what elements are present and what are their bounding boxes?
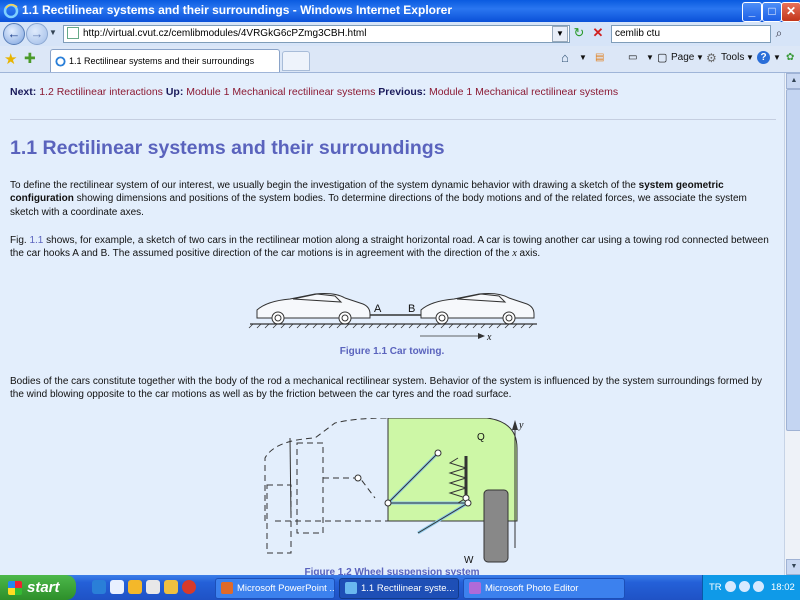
label-y-axis: y [518,420,524,431]
maximize-button[interactable]: □ [762,2,782,22]
help-dropdown-icon[interactable]: ▼ [773,50,781,66]
page-content: Next: 1.2 Rectilinear interactions Up: M… [0,73,784,575]
tools-dropdown-icon[interactable]: ▼ [746,50,754,66]
minimize-button[interactable]: _ [742,2,762,22]
figure-wheel-suspension: y Q W [264,418,524,566]
divider [10,119,776,120]
figure-car-towing: A B x [248,293,537,341]
label-x-axis: x [486,332,492,341]
para2-text-c: axis. [516,248,541,260]
research-icon[interactable]: ✿ [786,50,794,66]
feeds-icon[interactable]: ▤ [595,50,604,66]
taskbar-button-label: Microsoft Photo Editor [485,583,579,594]
tray-security-icon[interactable] [753,581,764,592]
scroll-up-arrow-icon[interactable]: ▲ [786,73,800,89]
nav-prev-link[interactable]: Module 1 Mechanical rectilinear systems [429,86,618,98]
close-button[interactable]: ✕ [781,2,800,22]
quicklaunch-folder-icon[interactable] [164,580,178,594]
paragraph-1: To define the rectilinear system of our … [10,179,778,219]
clock[interactable]: 18:02 [771,582,795,593]
help-icon[interactable]: ? [757,51,770,64]
page-menu-icon: ▢ [657,52,668,64]
url-dropdown-icon[interactable]: ▼ [552,26,568,42]
powerpoint-icon [221,582,233,595]
ie-icon [345,582,357,595]
label-hook-a: A [374,303,382,315]
page-navigation: Next: 1.2 Rectilinear interactions Up: M… [10,86,618,98]
figure-1-1-caption: Figure 1.1 Car towing. [339,346,445,357]
tab-bar: ★ ✚ 1.1 Rectilinear systems and their su… [0,46,800,73]
nav-next-link[interactable]: 1.2 Rectilinear interactions [39,86,163,98]
para1-text-b: showing dimensions and positions of the … [10,193,747,218]
new-tab-button[interactable] [282,51,310,71]
tray-volume-icon[interactable] [739,581,750,592]
photo-editor-icon [469,582,481,595]
para1-text-a: To define the rectilinear system of our … [10,180,639,191]
taskbar-button-label: 1.1 Rectilinear syste... [361,583,455,594]
quicklaunch-media-icon[interactable] [128,580,142,594]
tab-ie-icon [55,56,66,67]
tools-gear-icon: ⚙ [706,51,717,65]
taskbar-button-label: Microsoft PowerPoint ... [237,583,335,594]
nav-up-label: Up: [165,86,184,98]
figure-1-2-caption: Figure 1.2 Wheel suspension system [304,567,480,575]
windows-logo-icon [8,581,22,596]
para2-text-b: shows, for example, a sketch of two cars… [10,235,769,260]
internet-explorer-icon [3,3,19,19]
label-hook-b: B [408,303,415,315]
url-text: http://virtual.cvut.cz/cemlibmodules/4VR… [83,28,367,39]
back-button[interactable]: ← [3,23,25,45]
language-indicator[interactable]: TR [709,582,722,593]
start-button[interactable]: start [0,575,76,600]
tray-network-icon[interactable] [725,581,736,592]
forward-button[interactable]: → [26,23,48,45]
taskbar-button-ie[interactable]: 1.1 Rectilinear syste... [339,578,459,599]
system-tray: TR 18:02 [702,575,800,600]
figure-1-1-link[interactable]: 1.1 [29,235,43,246]
vertical-scrollbar[interactable]: ▲ ▼ [784,73,800,575]
refresh-button[interactable]: ↻ [571,25,587,41]
search-icon[interactable]: ⌕ [771,25,787,41]
print-dropdown-icon[interactable]: ▼ [646,50,654,66]
add-favorites-icon[interactable]: ✚ [24,50,36,67]
tab-label: 1.1 Rectilinear systems and their surrou… [69,56,255,66]
home-icon[interactable]: ⌂ [561,50,569,66]
page-title: 1.1 Rectilinear systems and their surrou… [10,137,445,159]
taskbar-button-powerpoint[interactable]: Microsoft PowerPoint ... [215,578,335,599]
label-q: Q [477,432,485,443]
scroll-down-arrow-icon[interactable]: ▼ [786,559,800,575]
favorites-star-icon[interactable]: ★ [4,50,17,68]
scrollbar-thumb[interactable] [786,89,800,431]
label-w: W [464,555,474,566]
taskbar-button-photo-editor[interactable]: Microsoft Photo Editor [463,578,625,599]
nav-up-link[interactable]: Module 1 Mechanical rectilinear systems [186,86,375,98]
quicklaunch-document-icon[interactable] [146,580,160,594]
address-bar: ← → ▼ http://virtual.cvut.cz/cemlibmodul… [0,22,800,47]
stop-button[interactable]: ✕ [590,25,606,41]
home-dropdown-icon[interactable]: ▼ [579,50,587,66]
quicklaunch-app-icon[interactable] [182,580,196,594]
window-title: 1.1 Rectilinear systems and their surrou… [22,3,452,17]
title-bar: 1.1 Rectilinear systems and their surrou… [0,0,800,22]
search-input[interactable]: cemlib ctu [611,25,771,43]
tab-active[interactable]: 1.1 Rectilinear systems and their surrou… [50,49,280,72]
page-menu-button[interactable]: Page [671,50,694,66]
quicklaunch-ie-icon[interactable] [92,580,106,594]
para2-text-a: Fig. [10,235,30,246]
paragraph-2: Fig. 1.1 shows, for example, a sketch of… [10,234,778,261]
nav-next-label: Next: [10,86,37,98]
recent-pages-dropdown-icon[interactable]: ▼ [49,28,57,37]
tools-menu-button[interactable]: Tools [721,50,744,66]
page-icon [67,27,79,40]
print-icon[interactable]: ▭ [628,50,637,66]
nav-prev-label: Previous: [378,86,427,98]
url-input[interactable]: http://virtual.cvut.cz/cemlibmodules/4VR… [63,25,570,43]
quicklaunch-desktop-icon[interactable] [110,580,124,594]
start-label: start [27,579,60,596]
paragraph-3: Bodies of the cars constitute together w… [10,376,763,401]
taskbar: start Microsoft PowerPoint ... 1.1 Recti… [0,575,800,600]
page-dropdown-icon[interactable]: ▼ [696,50,704,66]
